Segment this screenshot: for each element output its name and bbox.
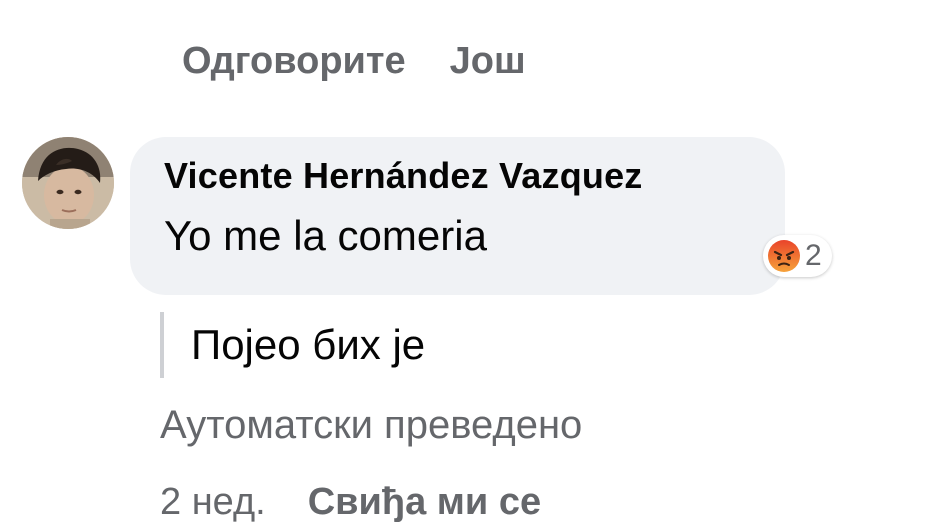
comment-bubble: Vicente Hernández Vazquez Yo me la comer… — [130, 137, 785, 295]
avatar-photo — [22, 137, 114, 229]
reaction-count: 2 — [805, 239, 822, 272]
comment-meta: 2 нед. Свиђа ми се — [160, 478, 541, 525]
reaction-summary[interactable]: 2 — [763, 235, 832, 277]
comment-text: Yo me la comeria — [164, 212, 487, 259]
previous-comment-actions: Одговорите Још — [182, 36, 526, 86]
comment-thread: Одговорите Још Vicente Hernández Vazquez… — [0, 0, 930, 525]
auto-translated-label[interactable]: Аутоматски преведено — [160, 400, 582, 450]
comment-timestamp[interactable]: 2 нед. — [160, 478, 266, 525]
translated-text: Појео бих је — [160, 312, 425, 378]
reply-button[interactable]: Одговорите — [182, 40, 406, 83]
avatar[interactable] — [22, 137, 114, 229]
angry-reaction-icon — [768, 240, 800, 272]
comment-author[interactable]: Vicente Hernández Vazquez — [164, 153, 785, 199]
more-button[interactable]: Још — [450, 40, 526, 83]
like-button[interactable]: Свиђа ми се — [308, 478, 541, 525]
